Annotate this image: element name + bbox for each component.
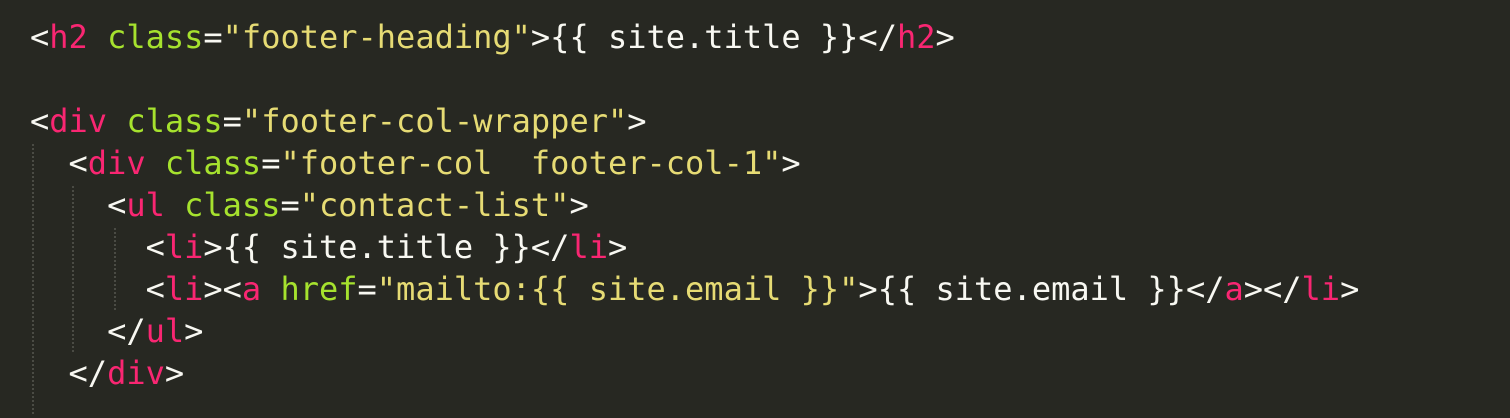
code-token-tag: ul <box>126 186 165 224</box>
code-token-string: "footer-col-wrapper" <box>241 102 628 140</box>
code-token-punct: > <box>1340 270 1360 308</box>
code-token-punct: > <box>607 228 628 266</box>
code-token-attr: href <box>261 270 358 308</box>
code-token-tag: li <box>164 270 204 308</box>
code-token-text: >{{ site.title }}</ <box>530 18 897 56</box>
code-token-punct: > <box>184 312 204 350</box>
code-token-punct: > <box>627 102 647 140</box>
code-token-tag: ul <box>145 312 185 350</box>
code-token-punct: = <box>203 18 223 56</box>
code-token-tag: a <box>1224 270 1244 308</box>
code-token-string: "mailto:{{ site.email }}" <box>376 270 859 308</box>
code-token-attr: class <box>164 186 281 224</box>
code-line: <li>{{ site.title }}</li> <box>30 226 628 268</box>
code-token-punct: < <box>30 228 165 266</box>
code-token-attr: class <box>145 144 262 182</box>
code-token-attr: class <box>107 102 223 140</box>
code-token-punct: > <box>781 144 801 182</box>
code-token-text: >{{ site.email }}</ <box>858 270 1225 308</box>
code-token-punct: < <box>30 102 50 140</box>
code-token-tag: li <box>1301 270 1341 308</box>
code-editor[interactable]: <h2 class="footer-heading">{{ site.title… <box>0 0 1510 418</box>
code-token-punct: </ <box>30 354 108 392</box>
code-token-string: "contact-list" <box>299 186 570 224</box>
code-token-tag: h2 <box>49 18 88 56</box>
code-token-punct: ></ <box>1243 270 1302 308</box>
code-token-tag: li <box>569 228 608 266</box>
code-token-punct: </ <box>30 312 146 350</box>
code-line: <ul class="contact-list"> <box>30 184 589 226</box>
code-token-tag: a <box>241 270 262 308</box>
code-token-punct: = <box>261 144 281 182</box>
code-token-tag: li <box>164 228 204 266</box>
code-line: </div> <box>30 352 185 394</box>
code-token-punct: = <box>222 102 242 140</box>
code-token-text: >{{ site.title }}</ <box>203 228 570 266</box>
code-token-punct: >< <box>203 270 242 308</box>
code-line: <div class="footer-col footer-col-1"> <box>30 142 801 184</box>
code-line: <div class="footer-col-wrapper"> <box>30 100 647 142</box>
code-token-tag: div <box>87 144 146 182</box>
code-token-tag: h2 <box>896 18 936 56</box>
code-token-punct: = <box>280 186 300 224</box>
code-token-attr: class <box>87 18 204 56</box>
code-token-punct: < <box>30 186 127 224</box>
code-token-punct: = <box>357 270 377 308</box>
code-token-punct: < <box>30 18 50 56</box>
code-token-tag: div <box>49 102 108 140</box>
code-token-string: "footer-col footer-col-1" <box>280 144 782 182</box>
code-line: <li><a href="mailto:{{ site.email }}">{{… <box>30 268 1360 310</box>
code-token-string: "footer-heading" <box>222 18 531 56</box>
code-token-punct: < <box>30 270 165 308</box>
code-line: </ul> <box>30 310 203 352</box>
code-token-punct: > <box>935 18 955 56</box>
code-token-punct: > <box>164 354 185 392</box>
code-token-tag: div <box>107 354 165 392</box>
code-line: <h2 class="footer-heading">{{ site.title… <box>30 16 955 58</box>
code-token-punct: < <box>30 144 88 182</box>
code-token-punct: > <box>569 186 589 224</box>
